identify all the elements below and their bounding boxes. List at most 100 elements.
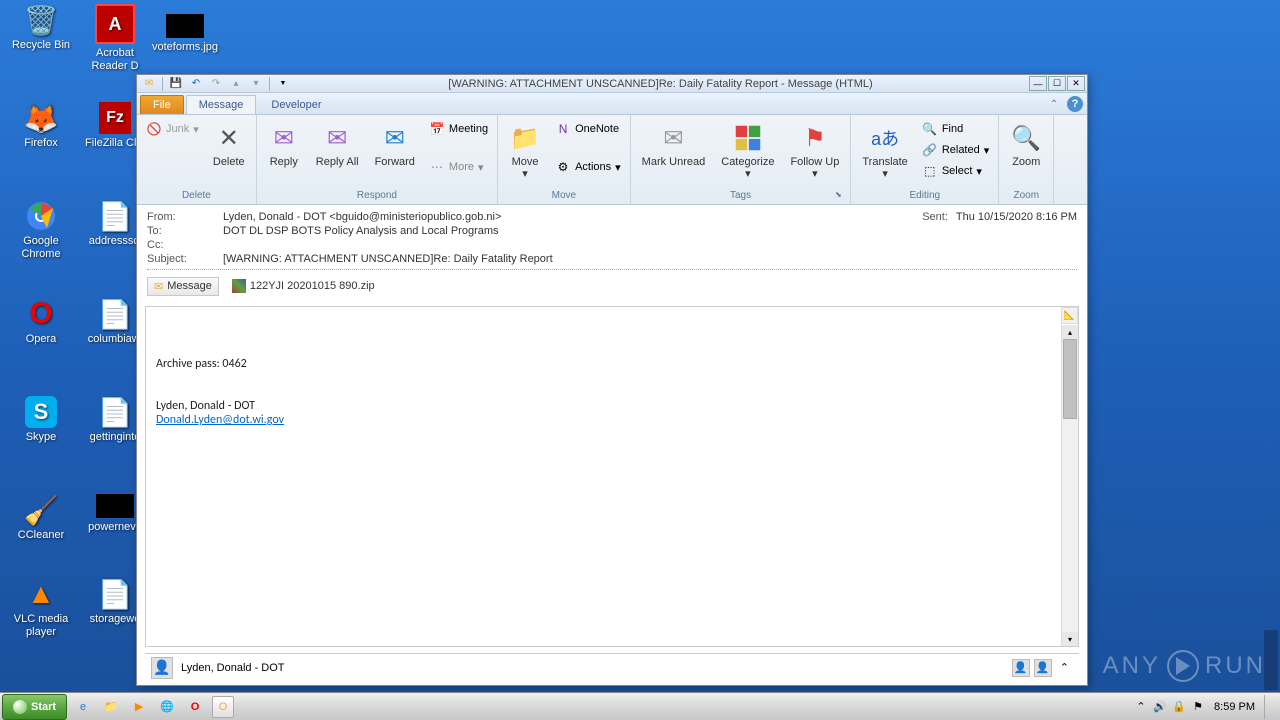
desktop-icon-chrome[interactable]: Google Chrome [6, 200, 76, 261]
desktop-icon-acrobat[interactable]: AAcrobat Reader D [80, 4, 150, 73]
meeting-button[interactable]: 📅Meeting [424, 119, 493, 139]
ruler-toggle[interactable]: 📐 [1061, 307, 1078, 324]
from-value: Lyden, Donald - DOT <bguido@ministeriopu… [223, 211, 922, 223]
tray-volume-icon[interactable]: 🔊 [1153, 700, 1167, 714]
next-button[interactable]: ▾ [247, 76, 265, 92]
subject-value: [WARNING: ATTACHMENT UNSCANNED]Re: Daily… [223, 253, 1077, 265]
tray-flag-icon[interactable]: ⚑ [1191, 700, 1205, 714]
desktop-icon-firefox[interactable]: 🦊Firefox [6, 102, 76, 150]
desktop-icon-ccleaner[interactable]: 🧹CCleaner [6, 494, 76, 542]
qat-customize[interactable]: ▼ [274, 76, 292, 92]
maximize-button[interactable]: ☐ [1048, 76, 1066, 91]
group-label: Respond [261, 189, 493, 202]
undo-button[interactable]: ↶ [187, 76, 205, 92]
minimize-ribbon-button[interactable]: ⌃ [1045, 96, 1063, 112]
attachment-file[interactable]: 122YJI 20201015 890.zip [225, 276, 382, 296]
label: Actions [575, 161, 611, 173]
quick-access-toolbar: ✉ 💾 ↶ ↷ ▴ ▾ ▼ [137, 76, 292, 92]
icon-label: VLC media player [6, 613, 76, 639]
from-label: From: [147, 211, 223, 223]
side-monitor [1264, 630, 1278, 690]
label: Translate▾ [862, 156, 907, 180]
scroll-up-button[interactable]: ▴ [1062, 325, 1078, 339]
select-icon: ⬚ [922, 163, 938, 179]
find-button[interactable]: 🔍Find [917, 119, 994, 139]
separator [162, 77, 163, 91]
close-button[interactable]: ✕ [1067, 76, 1085, 91]
message-content[interactable]: Archive pass: 0462 Lyden, Donald - DOT D… [146, 307, 1058, 646]
group-label: Delete [141, 189, 252, 202]
tray-show-hidden[interactable]: ⌃ [1134, 700, 1148, 714]
label: Reply [270, 156, 298, 168]
followup-button[interactable]: ⚑Follow Up▾ [783, 119, 846, 183]
desktop-icon-voteforms[interactable]: voteforms.jpg [150, 14, 220, 54]
tray-show-desktop[interactable] [1264, 695, 1274, 719]
ribbon-group-tags: ✉Mark Unread Categorize▾ ⚑Follow Up▾ Tag… [631, 115, 852, 204]
label: Move▾ [512, 156, 539, 180]
label: Zoom [1012, 156, 1040, 168]
filezilla-icon: Fz [99, 102, 131, 134]
help-button[interactable]: ? [1067, 96, 1083, 112]
contact-thumb[interactable]: 👤 [1012, 659, 1030, 677]
to-value: DOT DL DSP BOTS Policy Analysis and Loca… [223, 225, 1077, 237]
save-button[interactable]: 💾 [167, 76, 185, 92]
move-button[interactable]: 📁Move▾ [502, 119, 548, 183]
select-button[interactable]: ⬚Select ▾ [917, 161, 994, 181]
reply-button[interactable]: ✉Reply [261, 119, 307, 171]
delete-button[interactable]: ✕Delete [206, 119, 252, 171]
taskbar-clock[interactable]: 8:59 PM [1210, 701, 1259, 713]
reply-all-button[interactable]: ✉Reply All [309, 119, 366, 171]
trash-icon: 🗑️ [25, 4, 57, 36]
desktop-icon-skype[interactable]: SSkype [6, 396, 76, 444]
actions-button[interactable]: ⚙Actions ▾ [550, 157, 626, 177]
desktop-icon-vlc[interactable]: ▲VLC media player [6, 578, 76, 639]
tab-message[interactable]: Message [186, 95, 257, 114]
titlebar: ✉ 💾 ↶ ↷ ▴ ▾ ▼ [WARNING: ATTACHMENT UNSCA… [137, 75, 1087, 93]
tab-developer[interactable]: Developer [258, 95, 334, 114]
zoom-icon: 🔍 [1010, 122, 1042, 154]
onenote-button[interactable]: NOneNote [550, 119, 626, 139]
system-tray: ⌃ 🔊 🔒 ⚑ 8:59 PM [1128, 695, 1280, 719]
redo-button[interactable]: ↷ [207, 76, 225, 92]
message-body: 📐 Archive pass: 0462 Lyden, Donald - DOT… [145, 306, 1079, 647]
label: Message [167, 280, 212, 292]
taskbar: Start e 📁 ▶ 🌐 O O ⌃ 🔊 🔒 ⚑ 8:59 PM [0, 692, 1280, 720]
junk-icon: 🚫 [146, 121, 162, 137]
contact-thumb[interactable]: 👤 [1034, 659, 1052, 677]
message-tab-button[interactable]: ✉Message [147, 277, 219, 296]
taskbar-vlc[interactable]: ▶ [128, 696, 150, 718]
translate-button[interactable]: aあTranslate▾ [855, 119, 914, 183]
contact-avatar[interactable]: 👤 [151, 657, 173, 679]
expand-people-pane[interactable]: ⌃ [1056, 661, 1073, 674]
signature-email-link[interactable]: Donald.Lyden@dot.wi.gov [156, 413, 284, 427]
taskbar-chrome[interactable]: 🌐 [156, 696, 178, 718]
translate-icon: aあ [869, 122, 901, 154]
tab-file[interactable]: File [140, 95, 184, 114]
ribbon: 🚫Junk ▾ ✕Delete Delete ✉Reply ✉Reply All… [137, 115, 1087, 205]
junk-button[interactable]: 🚫Junk ▾ [141, 119, 204, 139]
desktop-icon-recycle-bin[interactable]: 🗑️Recycle Bin [6, 4, 76, 52]
mark-unread-button[interactable]: ✉Mark Unread [635, 119, 713, 171]
start-button[interactable]: Start [2, 694, 67, 720]
taskbar-ie[interactable]: e [72, 696, 94, 718]
zoom-button[interactable]: 🔍 Zoom [1003, 119, 1049, 171]
previous-button[interactable]: ▴ [227, 76, 245, 92]
scroll-thumb[interactable] [1063, 339, 1077, 419]
image-file-icon [166, 14, 204, 38]
delete-icon: ✕ [213, 122, 245, 154]
desktop-icon-opera[interactable]: OOpera [6, 298, 76, 346]
categorize-button[interactable]: Categorize▾ [714, 119, 781, 183]
taskbar-explorer[interactable]: 📁 [100, 696, 122, 718]
taskbar-outlook-active[interactable]: O [212, 696, 234, 718]
related-button[interactable]: 🔗Related ▾ [917, 140, 994, 160]
vertical-scrollbar[interactable]: ▴ ▾ [1061, 325, 1078, 646]
more-button[interactable]: ⋯More ▾ [424, 157, 493, 177]
minimize-button[interactable]: — [1029, 76, 1047, 91]
taskbar-opera[interactable]: O [184, 696, 206, 718]
tray-network-icon[interactable]: 🔒 [1172, 700, 1186, 714]
window-title: [WARNING: ATTACHMENT UNSCANNED]Re: Daily… [292, 78, 1029, 90]
label: Find [942, 123, 963, 135]
scroll-down-button[interactable]: ▾ [1062, 632, 1078, 646]
dialog-launcher[interactable]: ⬊ [832, 190, 844, 202]
forward-button[interactable]: ✉Forward [368, 119, 422, 171]
